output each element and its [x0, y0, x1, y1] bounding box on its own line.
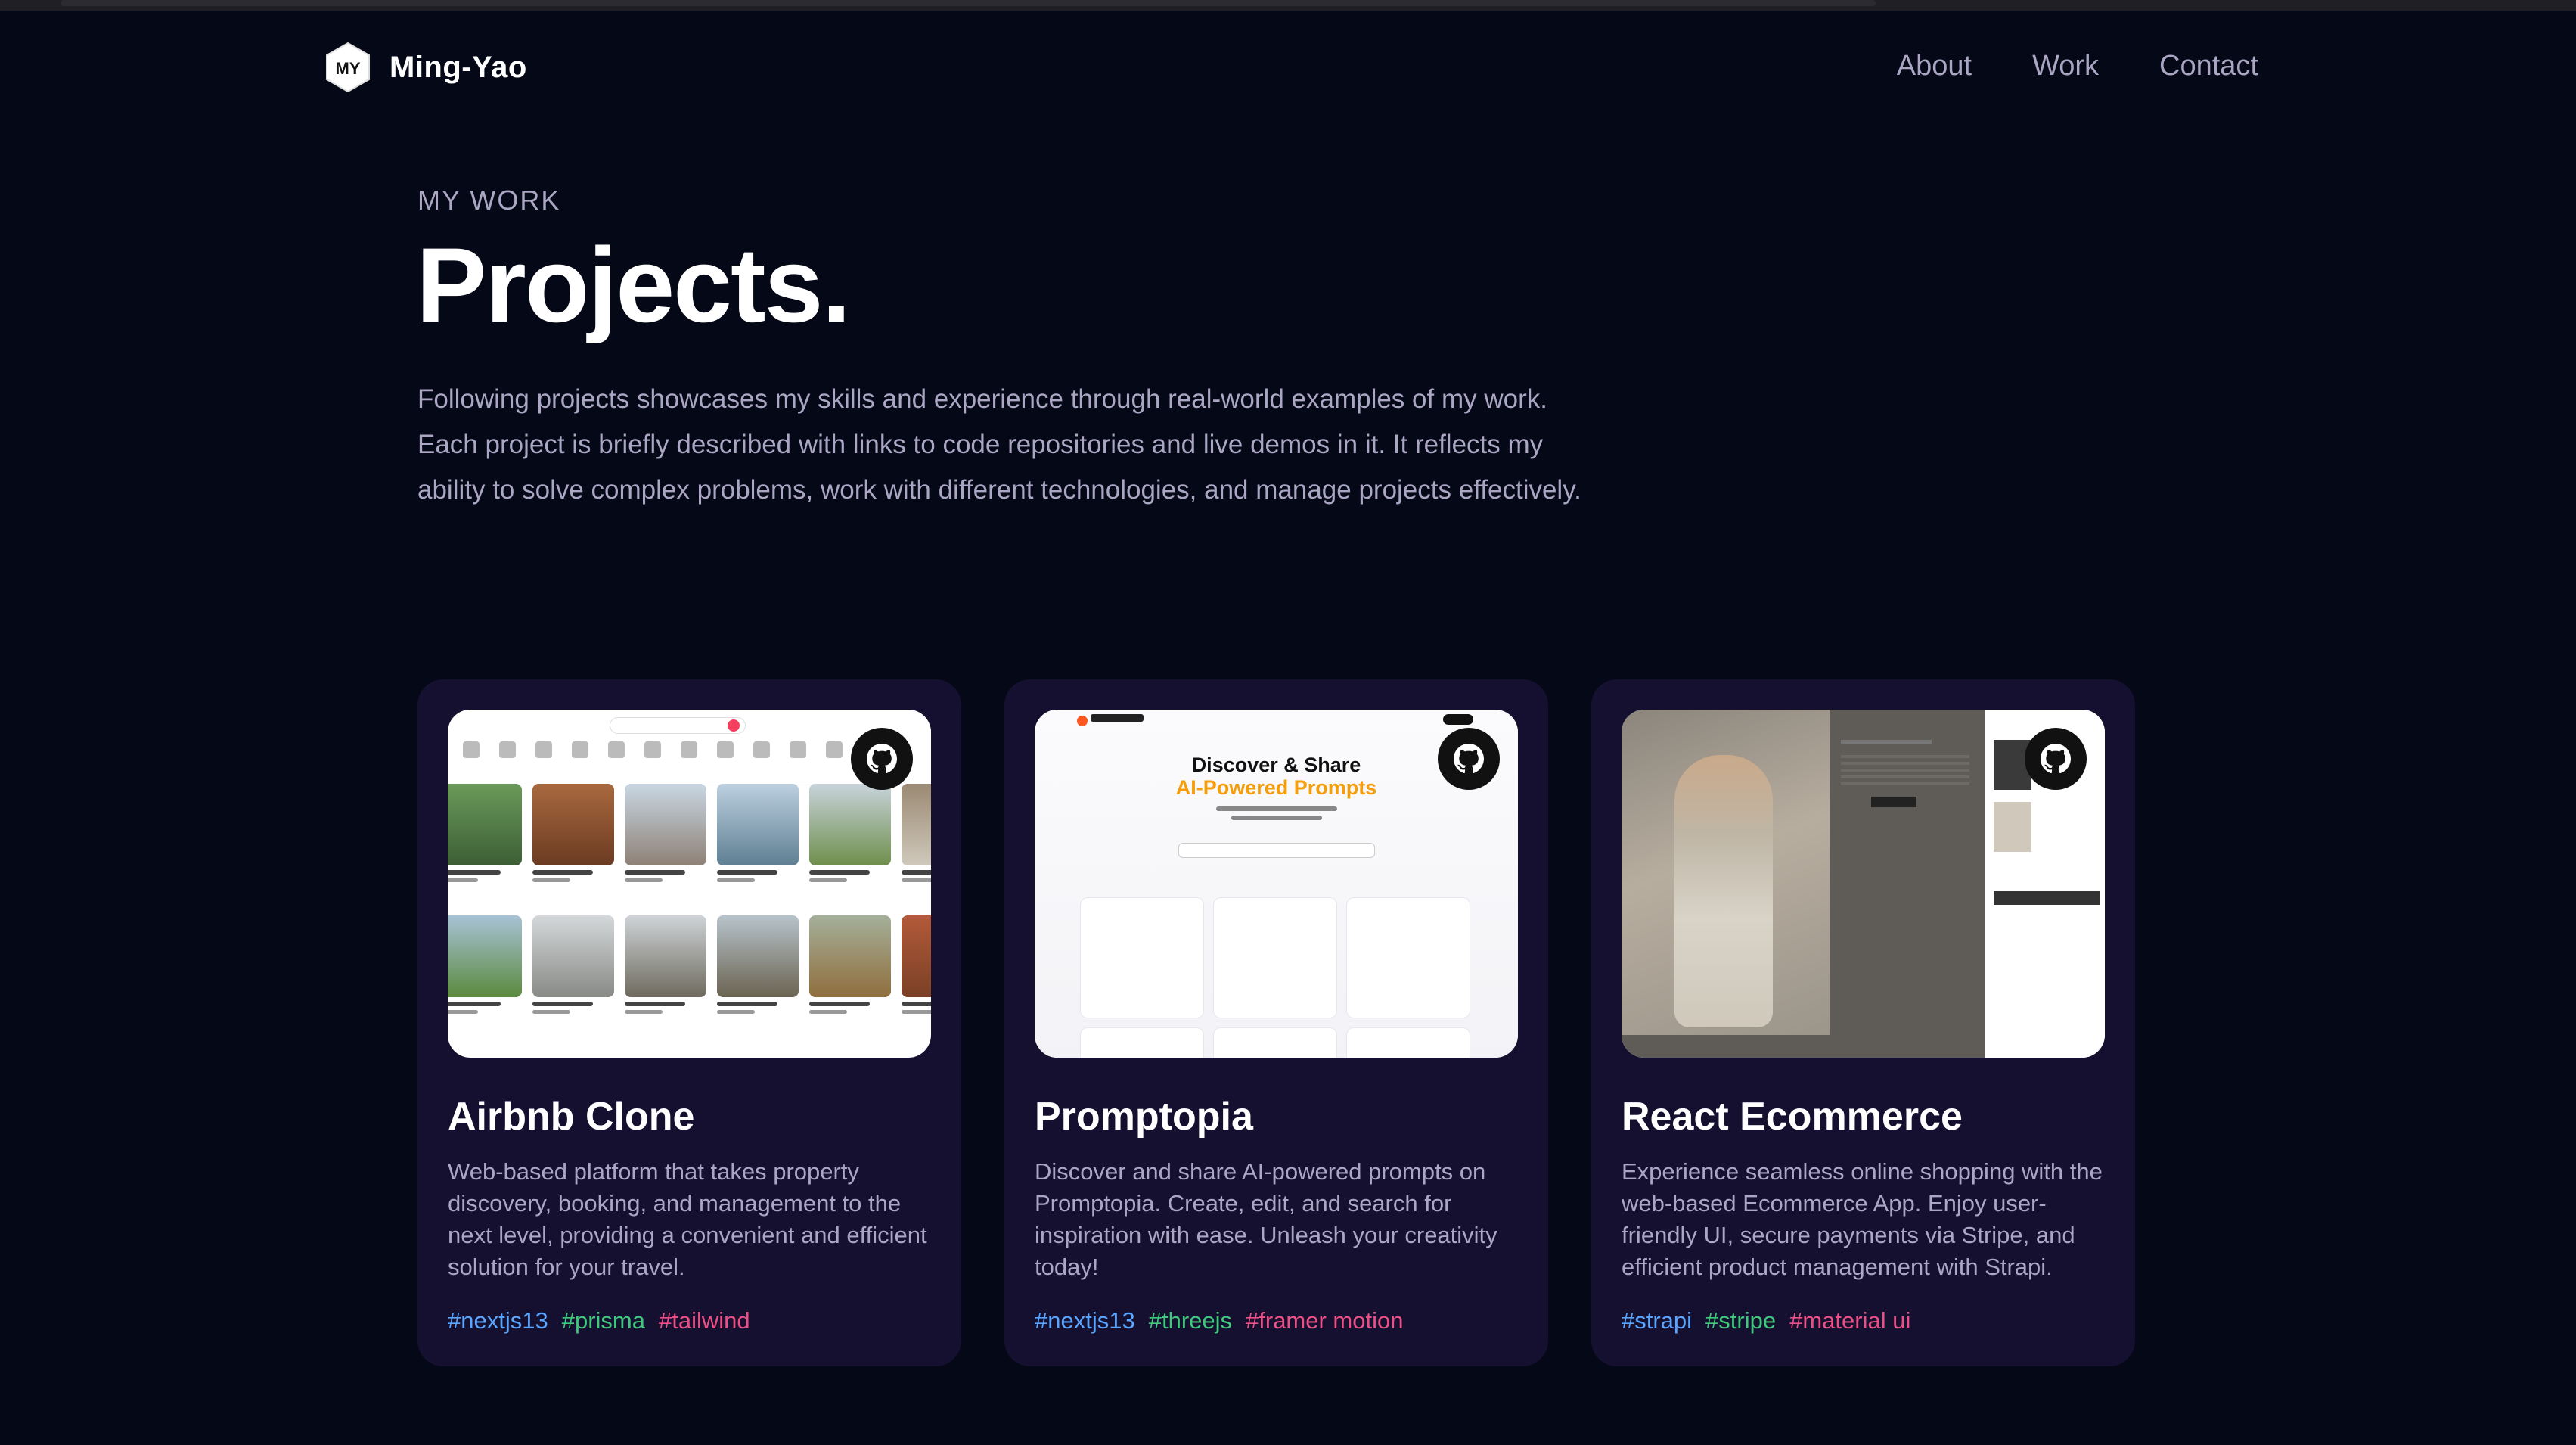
section-description: Following projects showcases my skills a…: [417, 384, 1581, 505]
logo-icon: MY: [326, 42, 370, 93]
thumb-search-pill: [610, 717, 746, 734]
project-tag: #framer motion: [1246, 1307, 1404, 1334]
thumb-model-figure: [1674, 755, 1773, 1027]
nav-link-work[interactable]: Work: [2032, 50, 2099, 82]
section-title: Projects.: [416, 225, 851, 344]
project-tags: #strapi #stripe #material ui: [1622, 1307, 1910, 1335]
project-tag: #threejs: [1148, 1307, 1233, 1334]
thumb-logo-icon: [1077, 716, 1088, 726]
thumb-search-dot: [728, 719, 740, 732]
project-thumbnail[interactable]: [1622, 710, 2105, 1058]
project-thumbnail[interactable]: Discover & Share AI-Powered Prompts: [1035, 710, 1518, 1058]
project-tag: #stripe: [1705, 1307, 1777, 1334]
project-thumbnail[interactable]: [448, 710, 931, 1058]
thumb-subtext-line: [1231, 816, 1322, 820]
project-tag: #prisma: [561, 1307, 645, 1334]
project-tag: #nextjs13: [448, 1307, 548, 1334]
nav-links: About Work Contact: [1897, 50, 2258, 82]
thumb-product-title-bar: [1841, 740, 1932, 744]
github-icon: [1454, 744, 1484, 774]
project-description: Web-based platform that takes property d…: [448, 1158, 927, 1280]
github-icon: [867, 744, 897, 774]
nav-link-about[interactable]: About: [1897, 50, 1972, 82]
browser-top-bar: [0, 0, 2576, 11]
project-tag: #strapi: [1622, 1307, 1693, 1334]
project-card-promptopia: Discover & Share AI-Powered Prompts Prom…: [1004, 679, 1548, 1366]
project-title: Airbnb Clone: [448, 1095, 695, 1139]
thumb-checkout-bar: [1994, 891, 2100, 905]
thumb-bag-item: [1994, 802, 2031, 852]
github-link-button[interactable]: [1438, 728, 1500, 790]
github-link-button[interactable]: [851, 728, 913, 790]
project-tags: #nextjs13 #threejs #framer motion: [1035, 1307, 1403, 1335]
project-tag: #nextjs13: [1035, 1307, 1135, 1334]
thumb-signin-pill: [1443, 714, 1473, 725]
thumb-listing-grid: [448, 784, 931, 1036]
project-tags: #nextjs13 #prisma #tailwind: [448, 1307, 750, 1335]
project-description: Discover and share AI-powered prompts on…: [1035, 1158, 1497, 1280]
project-description: Experience seamless online shopping with…: [1622, 1158, 2103, 1280]
top-bar-track: [61, 0, 1876, 6]
thumb-subtext-line: [1216, 806, 1337, 811]
project-card-react-ecommerce: React Ecommerce Experience seamless onli…: [1591, 679, 2135, 1366]
brand-name: Ming-Yao: [390, 50, 527, 84]
thumb-category-icons: [463, 741, 879, 758]
navbar: MY Ming-Yao About Work Contact: [0, 11, 2576, 124]
nav-link-contact[interactable]: Contact: [2159, 50, 2258, 82]
github-link-button[interactable]: [2025, 728, 2087, 790]
thumb-prompt-cards: [1080, 897, 1470, 1058]
section-subtitle: MY WORK: [417, 185, 561, 216]
thumb-brand-bar: [1091, 714, 1144, 722]
project-title: React Ecommerce: [1622, 1095, 1963, 1139]
project-tag: #material ui: [1789, 1307, 1911, 1334]
project-tag: #tailwind: [658, 1307, 750, 1334]
thumb-product-photo: [1622, 710, 1830, 1035]
project-card-airbnb: Airbnb Clone Web-based platform that tak…: [417, 679, 961, 1366]
project-title: Promptopia: [1035, 1095, 1253, 1139]
thumb-product-view: [1622, 710, 1985, 1058]
logo-text: MY: [336, 59, 361, 78]
brand-home-link[interactable]: MY Ming-Yao: [321, 41, 527, 94]
thumb-search-box: [1178, 843, 1375, 858]
thumb-add-to-cart-bar: [1871, 797, 1916, 807]
thumb-product-text-lines: [1841, 755, 1969, 785]
github-icon: [2041, 744, 2071, 774]
